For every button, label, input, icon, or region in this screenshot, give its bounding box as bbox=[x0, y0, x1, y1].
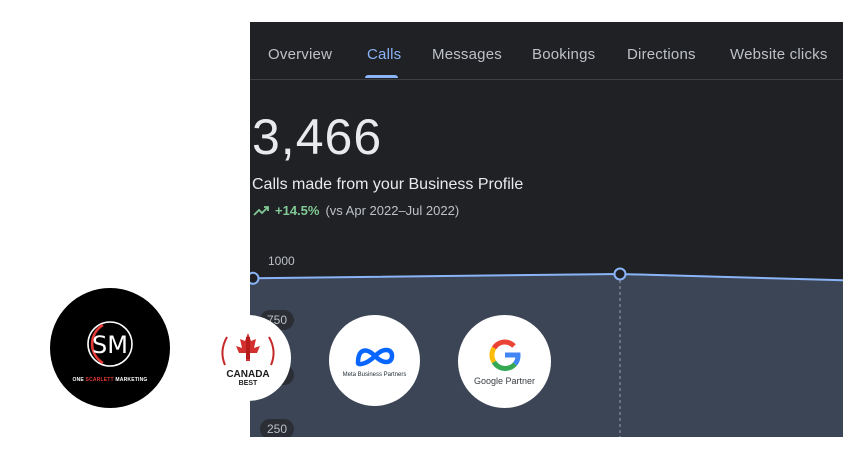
meta-business-partners-logo: Meta Business Partners bbox=[329, 315, 420, 406]
chart-data-point bbox=[250, 271, 260, 285]
trending-up-icon bbox=[253, 205, 269, 216]
chart-data-point bbox=[613, 267, 627, 281]
canada-best-badge: CANADA BEST bbox=[205, 315, 291, 401]
tab-bookings[interactable]: Bookings bbox=[532, 46, 595, 63]
tab-bar: Overview Calls Messages Bookings Directi… bbox=[250, 22, 843, 80]
trend-row: +14.5% (vs Apr 2022–Jul 2022) bbox=[253, 203, 459, 218]
maple-leaf-laurel-icon bbox=[221, 332, 275, 365]
metric-value: 3,466 bbox=[252, 109, 383, 165]
y-tick-label: 250 bbox=[260, 419, 295, 437]
canada-label: CANADA bbox=[226, 368, 270, 380]
trend-comparison: (vs Apr 2022–Jul 2022) bbox=[325, 203, 460, 218]
scarlett-name: ONE SCARLETT MARKETING bbox=[72, 377, 148, 383]
sm-monogram-text: SM bbox=[92, 331, 128, 359]
y-tick-label: 1000 bbox=[268, 254, 295, 268]
tab-website-clicks[interactable]: Website clicks bbox=[730, 46, 828, 63]
google-partner-logo: Google Partner bbox=[458, 315, 551, 408]
best-label: BEST bbox=[238, 379, 258, 387]
google-g-icon bbox=[489, 338, 520, 371]
one-scarlett-marketing-logo: SM ONE SCARLETT MARKETING bbox=[50, 288, 170, 408]
tab-overview[interactable]: Overview bbox=[268, 46, 332, 63]
sm-monogram-icon: SM bbox=[87, 321, 133, 367]
trend-percent: +14.5% bbox=[275, 203, 320, 218]
meta-infinity-icon bbox=[355, 347, 394, 367]
active-tab-indicator bbox=[365, 75, 398, 78]
tab-directions[interactable]: Directions bbox=[627, 46, 696, 63]
google-label: Google Partner bbox=[473, 375, 536, 386]
meta-label: Meta Business Partners bbox=[342, 372, 407, 378]
tab-calls[interactable]: Calls bbox=[367, 46, 401, 63]
tab-messages[interactable]: Messages bbox=[432, 46, 502, 63]
metric-caption: Calls made from your Business Profile bbox=[252, 176, 524, 193]
